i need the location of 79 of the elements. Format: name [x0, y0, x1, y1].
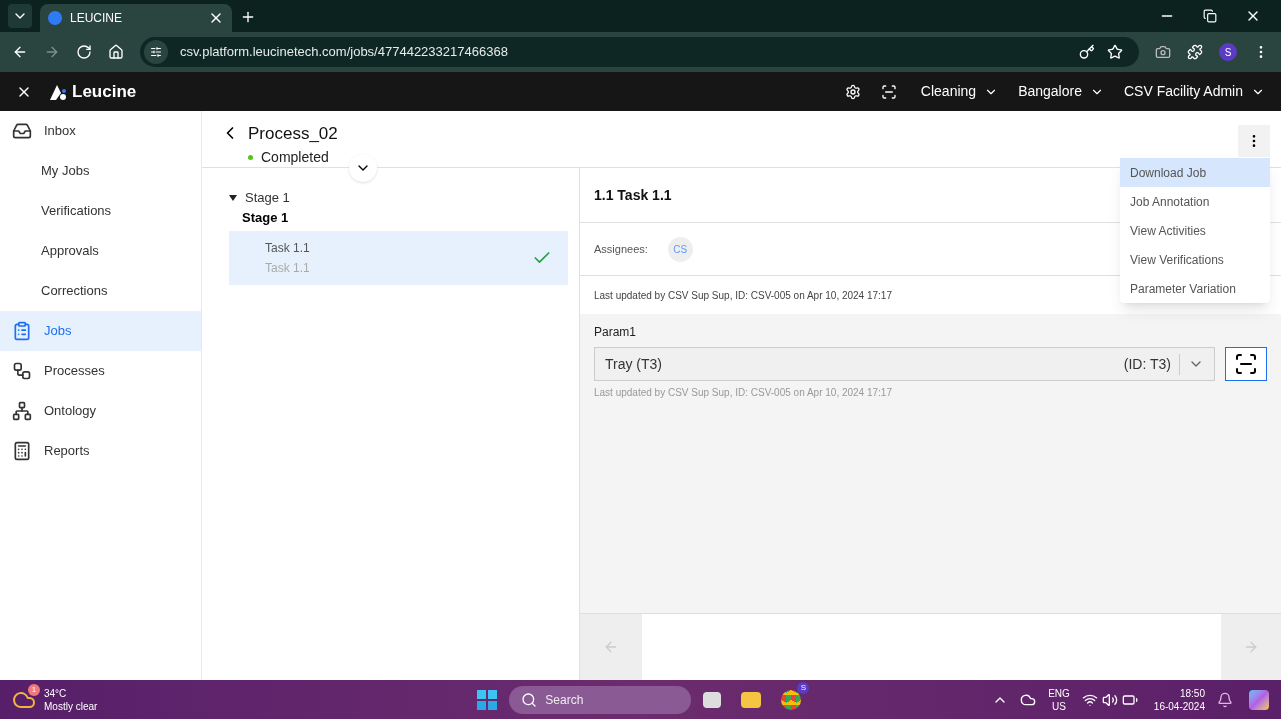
- task-heading: 1.1 Task 1.1: [594, 185, 672, 205]
- new-tab-icon[interactable]: [240, 9, 256, 25]
- menu-item[interactable]: Job Annotation: [1120, 187, 1270, 216]
- arrow-right-icon: [1243, 639, 1259, 655]
- sidebar-subitem[interactable]: My Jobs: [0, 151, 201, 191]
- region-text[interactable]: US: [1052, 699, 1066, 713]
- job-status: Completed: [261, 147, 329, 167]
- sidebar-subitem[interactable]: Corrections: [0, 271, 201, 311]
- site-favicon: [48, 11, 62, 25]
- reload-icon[interactable]: [76, 44, 92, 60]
- settings-icon[interactable]: [844, 83, 861, 100]
- scan-icon[interactable]: [880, 83, 897, 100]
- browser-tab[interactable]: LEUCINE: [40, 4, 232, 32]
- key-icon[interactable]: [1079, 44, 1095, 60]
- header-dropdown[interactable]: Cleaning: [920, 81, 999, 102]
- parameter-label: Param1: [594, 324, 638, 341]
- sidebar-icon: [12, 441, 32, 461]
- job-title: Process_02: [248, 123, 338, 145]
- task-title: Task 1.1: [265, 240, 311, 257]
- last-updated-text: Last updated by CSV Sup Sup, ID: CSV-005 on Apr 10, 2024 17:17: [594, 386, 893, 400]
- sidebar-item[interactable]: Processes: [0, 351, 201, 391]
- stage-label: Stage 1: [245, 189, 290, 207]
- windows-start-icon[interactable]: [477, 689, 498, 710]
- last-updated-text: Last updated by CSV Sup Sup, ID: CSV-005 on Apr 10, 2024 17:17: [594, 288, 892, 303]
- bell-icon[interactable]: [1217, 691, 1233, 708]
- assignees-label: Assignees:: [594, 241, 648, 257]
- sliders-icon: [150, 46, 162, 58]
- search-icon: [521, 691, 538, 708]
- clock-date[interactable]: 16-04-2024: [1153, 699, 1205, 713]
- restore-icon[interactable]: [1203, 9, 1217, 23]
- select-value: Tray (T3): [605, 354, 664, 374]
- home-icon[interactable]: [108, 44, 124, 60]
- menu-item[interactable]: View Activities: [1120, 216, 1270, 245]
- scan-icon: [1234, 352, 1258, 376]
- parameter-select[interactable]: Tray (T3) (ID: T3): [594, 347, 1215, 381]
- sidebar-icon: [12, 401, 32, 421]
- stage-name: Stage 1: [242, 208, 290, 227]
- site-info-button[interactable]: [144, 40, 168, 64]
- collapse-button[interactable]: [349, 154, 377, 182]
- brand-name: Leucine: [72, 80, 137, 103]
- sidebar-subitem[interactable]: Approvals: [0, 231, 201, 271]
- sidebar-item[interactable]: Inbox: [0, 111, 201, 151]
- chrome-badge: S: [797, 681, 810, 694]
- weather-text: Mostly clear: [44, 699, 98, 713]
- forward-icon: [44, 44, 60, 60]
- back-icon[interactable]: [12, 44, 28, 60]
- menu-item[interactable]: Parameter Variation: [1120, 274, 1270, 303]
- extensions-icon[interactable]: [1187, 44, 1203, 60]
- taskbar-search[interactable]: Search: [509, 685, 692, 714]
- sidebar-subitem[interactable]: Verifications: [0, 191, 201, 231]
- camera-icon[interactable]: [1155, 44, 1171, 60]
- menu-item[interactable]: View Verifications: [1120, 245, 1270, 274]
- address-field[interactable]: csv.platform.leucinetech.com/jobs/477442233217466368: [140, 37, 1139, 67]
- task-subtitle: Task 1.1: [265, 260, 311, 277]
- sidebar-item[interactable]: Ontology: [0, 391, 201, 431]
- sidebar-icon: [12, 321, 32, 341]
- profile-avatar[interactable]: S: [1219, 43, 1237, 61]
- clock-time[interactable]: 18:50: [1179, 686, 1205, 700]
- star-icon[interactable]: [1107, 44, 1123, 60]
- scan-button[interactable]: [1225, 347, 1267, 381]
- search-placeholder: Search: [545, 691, 584, 709]
- sidebar-item[interactable]: Jobs: [0, 311, 201, 351]
- header-dropdown[interactable]: CSV Facility Admin: [1123, 81, 1265, 102]
- tab-list-button[interactable]: [8, 4, 32, 28]
- weather-badge: 1: [28, 683, 40, 696]
- tab-title: LEUCINE: [70, 10, 123, 27]
- select-id: (ID: T3): [1123, 353, 1180, 375]
- task-item[interactable]: Task 1.1 Task 1.1: [229, 231, 568, 285]
- sidebar-icon: [12, 121, 32, 141]
- url-text: csv.platform.leucinetech.com/jobs/477442233217466368: [180, 43, 509, 62]
- assignee-avatar: CS: [667, 236, 693, 262]
- temperature-text: 34°C: [44, 686, 68, 700]
- language-text[interactable]: ENG: [1048, 686, 1070, 700]
- menu-item[interactable]: Download Job: [1120, 158, 1270, 187]
- sidebar-item[interactable]: Reports: [0, 431, 201, 471]
- header-dropdown[interactable]: Bangalore: [1018, 81, 1104, 102]
- sidebar-icon: [12, 361, 32, 381]
- caret-icon[interactable]: [229, 194, 237, 201]
- volume-icon[interactable]: [1101, 691, 1118, 708]
